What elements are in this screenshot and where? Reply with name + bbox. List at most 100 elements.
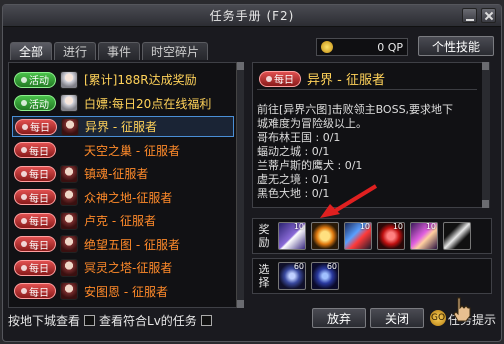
daily-tag: 每日 <box>14 142 56 158</box>
choice-label: 选择 <box>258 263 270 289</box>
quest-list-item[interactable]: 每日 镇魂-征服者 <box>12 163 234 184</box>
detail-header: 每日 异界 - 征服者 <box>257 69 385 88</box>
quest-list-item[interactable]: 活动 白嫖:每日20点在线福利 <box>12 93 234 114</box>
item-count: 10 <box>392 222 403 231</box>
tab-events-label: 事件 <box>107 45 132 59</box>
tag-icon <box>266 75 272 82</box>
tab-all[interactable]: 全部 <box>10 42 53 60</box>
quest-tag-label: 每日 <box>29 264 49 275</box>
daily-tag: 每日 <box>14 283 56 299</box>
event-tag: 活动 <box>14 71 56 88</box>
tag-icon <box>21 76 27 83</box>
blue-star-icon[interactable]: 60 <box>278 262 306 290</box>
quest-tag-label: 每日 <box>29 193 49 205</box>
dungeon-view-label[interactable]: 按地下城查看 <box>8 312 80 329</box>
tab-time-fragments-label: 时空碎片 <box>151 45 200 59</box>
slash-icon[interactable] <box>443 222 471 250</box>
lv-filter-checkbox[interactable] <box>84 315 96 326</box>
qp-value: 0 QP <box>377 40 403 54</box>
quest-list-item[interactable]: 每日 安图恩 - 征服者 <box>12 281 234 302</box>
daily-tag: 每日 <box>14 212 56 229</box>
blade-icon[interactable]: 10 <box>344 222 372 250</box>
quest-list-item[interactable]: 活动 [累计]188R达成奖励 <box>12 69 234 90</box>
daily-tag: 每日 <box>14 259 56 276</box>
dark-star-icon[interactable]: 60 <box>311 262 339 290</box>
quest-giver-avatar-icon <box>61 117 79 136</box>
extra-checkbox[interactable] <box>200 315 212 326</box>
character-card-icon[interactable]: 10 <box>410 222 438 250</box>
tag-icon <box>21 100 27 106</box>
quest-list-item[interactable]: 每日 众神之地-征服者 <box>12 187 234 208</box>
quest-title: [累计]188R达成奖励 <box>84 73 197 87</box>
event-tag: 活动 <box>14 95 56 111</box>
daily-tag: 每日 <box>14 165 56 182</box>
quest-title: 白嫖:每日20点在线福利 <box>84 96 212 111</box>
scroll-up-arrow-icon[interactable] <box>482 62 489 70</box>
daily-tag: 每日 <box>14 189 56 205</box>
tab-in-progress[interactable]: 进行 <box>54 42 97 60</box>
qp-coin-icon <box>321 41 333 53</box>
quest-giver-avatar-icon <box>60 164 78 183</box>
item-count: 10 <box>425 222 436 231</box>
quest-list-item[interactable]: 每日 天空之巢 - 征服者 <box>12 140 234 161</box>
daily-tag: 每日 <box>14 236 56 252</box>
quest-list-item[interactable]: 每日 异界 - 征服者 <box>12 116 234 137</box>
minimize-button[interactable] <box>462 8 477 23</box>
quest-title: 天空之巢 - 征服者 <box>84 143 180 158</box>
divider <box>257 89 477 90</box>
reward-row: 奖励 10 10 10 10 <box>252 218 492 254</box>
red-gem-icon[interactable]: 10 <box>377 222 405 250</box>
quest-tag-label: 活动 <box>29 99 49 111</box>
quest-giver-avatar-icon <box>60 70 78 89</box>
quest-list-item[interactable]: 每日 卢克 - 征服者 <box>12 210 234 231</box>
hand-cursor-icon <box>453 297 471 322</box>
gold-orb-icon[interactable] <box>311 222 339 250</box>
tab-events[interactable]: 事件 <box>98 42 141 60</box>
red-arrow-annotation-icon <box>320 184 378 218</box>
scroll-down-arrow-icon[interactable] <box>237 300 244 308</box>
item-count: 10 <box>359 222 370 231</box>
tag-icon <box>21 288 27 294</box>
quest-list-item[interactable]: 每日 绝望五图 - 征服者 <box>12 234 234 255</box>
scroll-down-arrow-icon[interactable] <box>482 200 489 208</box>
tag-icon <box>21 217 27 224</box>
detail-line: 城难度为冒险级以上。 <box>257 117 367 130</box>
tab-in-progress-label: 进行 <box>63 45 88 59</box>
detail-line: 哥布林王国 : 0/1 <box>257 131 341 144</box>
quest-tag-label: 活动 <box>29 76 49 87</box>
quest-title: 卢克 - 征服者 <box>84 214 156 228</box>
detail-scrollbar[interactable] <box>482 62 490 208</box>
close-window-button[interactable] <box>481 8 496 23</box>
tag-icon <box>22 123 28 130</box>
detail-title: 异界 - 征服者 <box>307 73 385 88</box>
daily-tag: 每日 <box>259 70 301 87</box>
tab-time-fragments[interactable]: 时空碎片 <box>142 42 209 60</box>
tab-all-label: 全部 <box>19 45 44 59</box>
quest-tag-label: 每日 <box>29 287 49 299</box>
go-hint-icon[interactable]: GO <box>430 310 446 326</box>
daily-tag: 每日 <box>15 118 57 135</box>
quest-tag-label: 每日 <box>30 123 50 134</box>
quest-list-item[interactable]: 每日 冥灵之塔-征服者 <box>12 257 234 278</box>
item-count: 10 <box>293 222 304 231</box>
quest-giver-avatar-icon <box>60 211 78 230</box>
quest-giver-avatar-icon <box>60 258 78 277</box>
quest-tag-label: 每日 <box>29 217 49 228</box>
title-bar[interactable]: 任务手册 (F2) <box>3 5 501 27</box>
quest-title: 镇魂-征服者 <box>84 167 149 181</box>
quest-giver-avatar-icon <box>60 235 78 253</box>
detail-line: 前往[异界六图]击败领主BOSS,要求地下 <box>257 103 454 116</box>
quest-title: 安图恩 - 征服者 <box>84 284 168 299</box>
quest-list-scrollbar[interactable] <box>236 62 244 308</box>
scroll-up-arrow-icon[interactable] <box>237 62 244 70</box>
personal-skill-button[interactable]: 个性技能 <box>418 36 494 56</box>
crystal-weapon-icon[interactable]: 10 <box>278 222 306 250</box>
close-button[interactable]: 关闭 <box>370 308 424 328</box>
abandon-button[interactable]: 放弃 <box>312 308 366 328</box>
tag-icon <box>21 170 27 177</box>
quest-tag-label: 每日 <box>29 146 49 158</box>
reward-label: 奖励 <box>258 223 270 249</box>
quest-title: 绝望五图 - 征服者 <box>84 237 180 252</box>
daily-tag-label: 每日 <box>274 75 294 86</box>
quest-giver-avatar-icon <box>60 188 78 206</box>
